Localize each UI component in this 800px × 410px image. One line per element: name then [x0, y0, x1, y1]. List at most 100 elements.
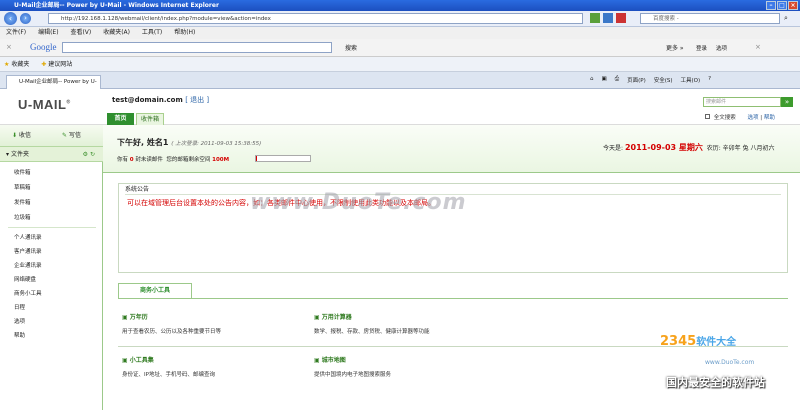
- tool-gadgets-desc: 身份证、IP地址、手机号码、邮编查询: [122, 372, 215, 378]
- menu-help[interactable]: 帮助(H): [174, 29, 195, 36]
- browser-tab[interactable]: U-Mail企业邮局-- Power by U-Mail: [6, 75, 101, 98]
- home-icon[interactable]: ⌂: [590, 76, 594, 84]
- today-date: 2011-09-03 星期六: [624, 143, 703, 152]
- sidebar-item-company-contacts[interactable]: 企业通讯录: [14, 261, 42, 269]
- sidebar-item-help[interactable]: 帮助: [14, 331, 25, 339]
- header-links: 全文搜索 选项 | 帮助: [705, 113, 775, 121]
- user-email: test@domain.com: [112, 96, 183, 104]
- logout-link[interactable]: [ 退出 ]: [185, 96, 209, 104]
- favorites-button[interactable]: 收藏夹: [11, 61, 29, 68]
- chevron-down-icon: ▾: [6, 151, 10, 158]
- folder-settings-icon[interactable]: ⚙ ↻: [83, 147, 95, 162]
- last-login: ( 上次登录: 2011-09-03 15:38:55): [171, 141, 262, 147]
- favorites-bar: ★ 收藏夹 ✚ 建议网站: [0, 57, 800, 72]
- quota-bar: [255, 155, 311, 162]
- receive-icon: ⬇: [12, 132, 19, 139]
- stop-icon[interactable]: [616, 13, 626, 23]
- safety-menu[interactable]: 安全(S): [654, 76, 673, 84]
- mail-search-button[interactable]: »: [781, 97, 793, 107]
- tool-calendar-title: ▣ 万年历: [122, 314, 148, 321]
- user-info: test@domain.com [ 退出 ]: [112, 95, 209, 105]
- google-logo: Google: [30, 42, 57, 52]
- greeting-text: 下午好, 姓名1 ( 上次登录: 2011-09-03 15:38:55): [117, 138, 262, 147]
- google-search-button[interactable]: 搜索: [345, 43, 357, 52]
- browser-search-input[interactable]: 百度搜索 -: [640, 13, 780, 24]
- help-link[interactable]: 帮助: [764, 115, 775, 121]
- feeds-icon[interactable]: ▣: [602, 76, 607, 84]
- more-button[interactable]: 更多 »: [666, 43, 684, 52]
- forward-icon[interactable]: ›: [20, 13, 31, 24]
- refresh-icon[interactable]: [603, 13, 613, 23]
- lunar-date: 农历: 辛卯年 兔 八月初六: [706, 145, 775, 152]
- suggested-sites-link[interactable]: 建议网站: [48, 61, 72, 68]
- sidebar-item-sent[interactable]: 发件箱: [14, 198, 31, 206]
- mail-header: U-MAIL® test@domain.com [ 退出 ] 首页 收件箱 搜索…: [0, 89, 800, 125]
- sidebar: ⬇ 收信 ✎ 写信 ▾ 文件夹 ⚙ ↻ 收件箱 草稿箱 发件箱 垃圾箱 个人通讯…: [0, 125, 103, 410]
- sidebar-actions: ⬇ 收信 ✎ 写信: [0, 125, 103, 147]
- mail-status: 你有 0 封未读邮件 您的邮箱剩余空间 100M: [117, 157, 230, 163]
- print-icon[interactable]: ⎙: [615, 76, 619, 84]
- tool-map[interactable]: ▣ 城市地图 提供中国境内电子地图搜索服务: [314, 355, 391, 378]
- sidebar-divider: [8, 227, 96, 228]
- sidebar-item-trash[interactable]: 垃圾箱: [14, 213, 31, 221]
- url-field[interactable]: http://192.168.1.128/webmail/client/inde…: [48, 13, 583, 24]
- tool-calculator[interactable]: ▣ 万用计算器 数学、报税、存款、房贷税、健康计算器等功能: [314, 312, 430, 335]
- options-link[interactable]: 选项: [748, 115, 759, 121]
- maximize-button[interactable]: □: [777, 1, 787, 10]
- sidebar-item-personal-contacts[interactable]: 个人通讯录: [14, 233, 42, 241]
- minimize-button[interactable]: –: [766, 1, 776, 10]
- tab-inbox[interactable]: 收件箱: [136, 113, 164, 125]
- back-icon[interactable]: ‹: [4, 12, 17, 25]
- tool-calculator-desc: 数学、报税、存款、房贷税、健康计算器等功能: [314, 329, 430, 335]
- tab-business-tools[interactable]: 商务小工具: [118, 283, 192, 298]
- sidebar-item-drafts[interactable]: 草稿箱: [14, 183, 31, 191]
- tab-bar: U-Mail企业邮局-- Power by U-Mail ⌂ ▣ ⎙ 页面(P)…: [0, 72, 800, 98]
- go-icon[interactable]: [590, 13, 600, 23]
- fulltext-label: 全文搜索: [713, 115, 736, 121]
- favorites-star-icon: ★: [4, 61, 10, 68]
- close-icon[interactable]: ×: [755, 43, 761, 51]
- menu-edit[interactable]: 编辑(E): [38, 29, 58, 36]
- write-button[interactable]: ✎ 写信: [62, 130, 81, 139]
- receive-button[interactable]: ⬇ 收信: [12, 130, 31, 139]
- tool-calculator-title: ▣ 万用计算器: [314, 314, 352, 321]
- menu-tools[interactable]: 工具(T): [142, 29, 162, 36]
- login-button[interactable]: 登录: [696, 44, 707, 52]
- menu-favorites[interactable]: 收藏夹(A): [103, 29, 130, 36]
- add-favorite-icon[interactable]: ✚: [41, 61, 46, 68]
- brand-watermark: 2345软件大全: [660, 334, 737, 349]
- quota-bar-fill: [256, 156, 258, 161]
- tool-gadgets-title: ▣ 小工具集: [122, 357, 154, 364]
- page-menu[interactable]: 页面(P): [627, 76, 646, 84]
- umail-logo: U-MAIL®: [18, 97, 71, 112]
- fulltext-checkbox[interactable]: [705, 114, 710, 119]
- mail-search-input[interactable]: 搜索邮件: [703, 97, 781, 107]
- tools-menu[interactable]: 工具(O): [681, 76, 701, 84]
- today-info: 今天是: 2011-09-03 星期六 农历: 辛卯年 兔 八月初六: [603, 143, 775, 152]
- window-titlebar: U-Mail企业邮局-- Power by U-Mail - Windows I…: [0, 0, 800, 11]
- tab-home[interactable]: 首页: [107, 113, 134, 125]
- tool-calendar[interactable]: ▣ 万年历 用于查看农历、公历以及各种重要节日等: [122, 312, 221, 335]
- unread-count[interactable]: 0: [130, 157, 134, 163]
- window-title: U-Mail企业邮局-- Power by U-Mail - Windows I…: [14, 2, 219, 9]
- search-icon[interactable]: ⌕: [784, 14, 788, 23]
- folders-header[interactable]: ▾ 文件夹 ⚙ ↻: [0, 147, 103, 162]
- google-search-input[interactable]: [62, 42, 332, 53]
- tool-gadgets[interactable]: ▣ 小工具集 身份证、IP地址、手机号码、邮编查询: [122, 355, 215, 378]
- help-icon[interactable]: ?: [708, 76, 711, 84]
- greeting-panel: 下午好, 姓名1 ( 上次登录: 2011-09-03 15:38:55) 你有…: [103, 125, 800, 173]
- sidebar-item-netdisk[interactable]: 网络硬盘: [14, 275, 36, 283]
- brand-slogan: 国内最安全的软件站: [666, 376, 765, 389]
- sidebar-item-options[interactable]: 选项: [14, 317, 25, 325]
- sidebar-item-business-tools[interactable]: 商务小工具: [14, 289, 42, 297]
- menu-view[interactable]: 查看(V): [70, 29, 91, 36]
- menu-file[interactable]: 文件(F): [6, 29, 26, 36]
- google-toolbar: × Google 搜索 更多 » 登录 选项 ×: [0, 39, 800, 57]
- sidebar-item-inbox[interactable]: 收件箱: [14, 168, 31, 176]
- sidebar-item-client-contacts[interactable]: 客户通讯录: [14, 247, 42, 255]
- close-toolbar-icon[interactable]: ×: [6, 43, 12, 51]
- options-button[interactable]: 选项: [716, 44, 727, 52]
- space-remaining: 100M: [212, 157, 230, 163]
- sidebar-item-calendar[interactable]: 日程: [14, 303, 25, 311]
- close-button[interactable]: ×: [788, 1, 798, 10]
